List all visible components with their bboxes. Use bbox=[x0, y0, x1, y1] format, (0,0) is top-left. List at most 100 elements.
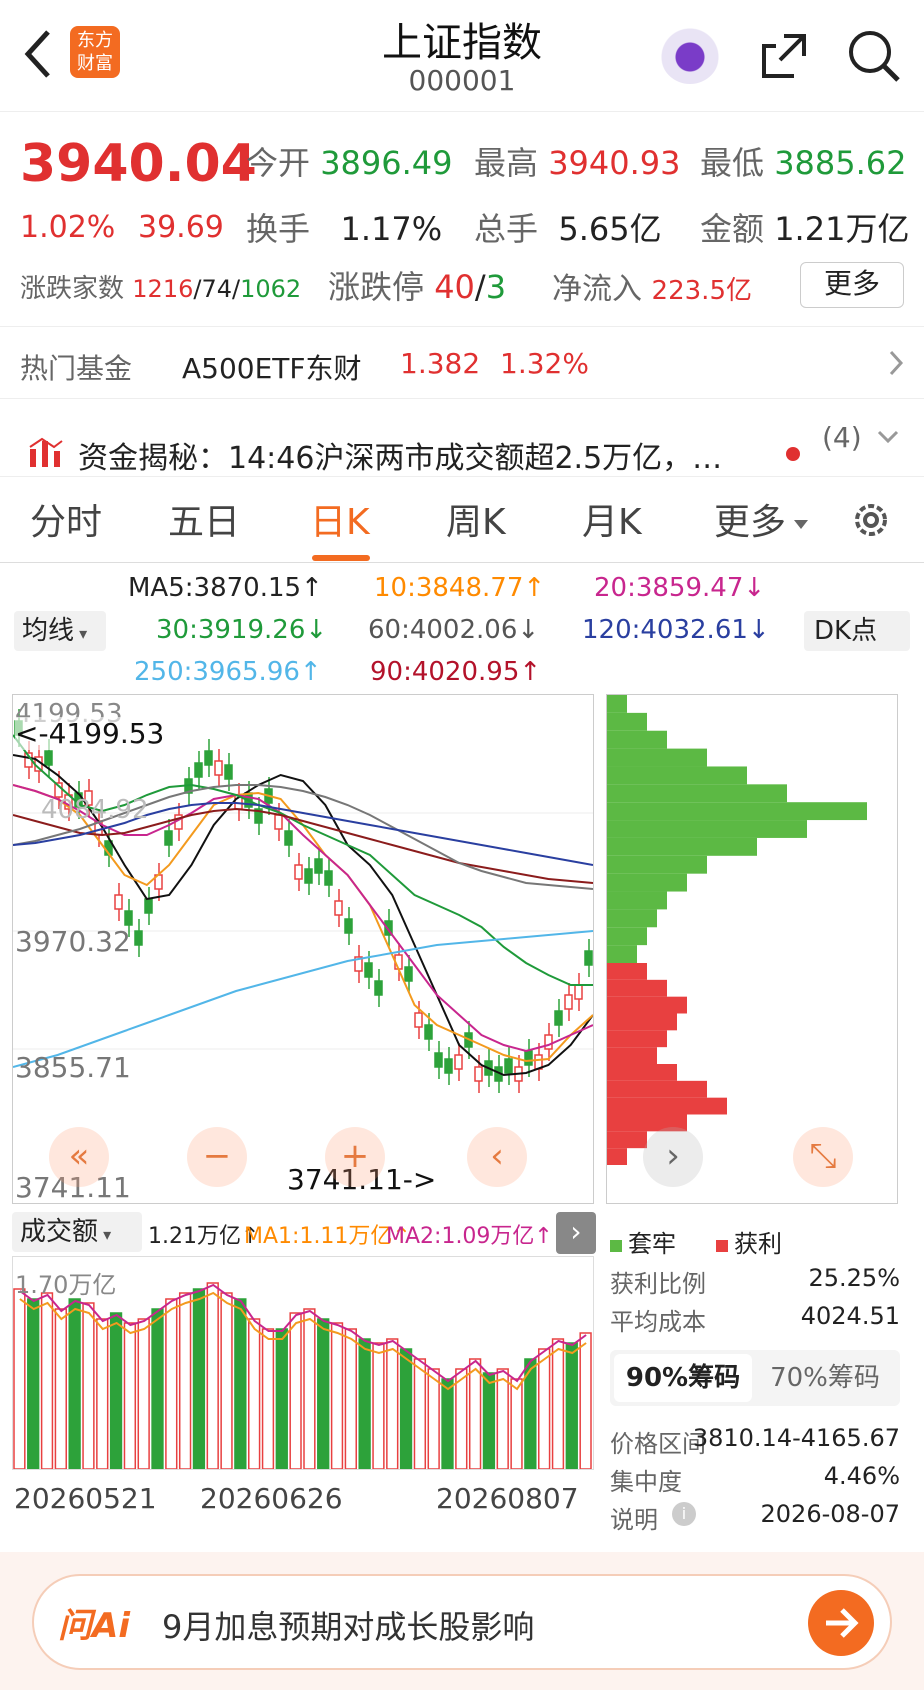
volume-bar bbox=[82, 1302, 95, 1469]
candle-body bbox=[374, 980, 383, 996]
step-left-icon[interactable]: ‹ bbox=[467, 1127, 527, 1187]
profit-ratio-value: 25.25% bbox=[808, 1264, 900, 1292]
netflow-value: 223.5亿 bbox=[651, 276, 752, 306]
date-axis: 20260521 20260626 20260807 bbox=[12, 1482, 594, 1522]
date-label-3: 20260807 bbox=[436, 1482, 579, 1515]
candlestick-chart[interactable]: 4199.53 <-4199.53 4084.92 3970.32 3855.7… bbox=[12, 694, 594, 1204]
candle-body bbox=[424, 1024, 433, 1040]
open-label: 今开 bbox=[246, 144, 311, 182]
volume-bar bbox=[399, 1348, 413, 1469]
candle-body bbox=[444, 1058, 453, 1074]
volume-bar bbox=[579, 1332, 592, 1469]
volume-bar bbox=[468, 1358, 482, 1469]
chip-bar-profit bbox=[607, 1080, 707, 1098]
tab-monthly-k[interactable]: 月K bbox=[582, 493, 642, 545]
volume-chart[interactable]: 1.70万亿 bbox=[12, 1256, 594, 1470]
hot-fund-row[interactable]: 热门基金 A500ETF东财 1.382 1.32% bbox=[0, 327, 924, 399]
share-icon[interactable] bbox=[758, 30, 810, 86]
volume-selector[interactable]: 成交额 ▾ bbox=[12, 1212, 142, 1252]
zoom-in-icon[interactable]: + bbox=[325, 1127, 385, 1187]
concentration-value: 4.46% bbox=[823, 1462, 900, 1490]
volume-bar bbox=[220, 1292, 233, 1469]
volume-bar bbox=[413, 1358, 427, 1469]
breadth-flat: 74 bbox=[201, 275, 232, 303]
tab-five-day[interactable]: 五日 bbox=[168, 493, 240, 545]
candle-body bbox=[414, 1012, 423, 1028]
volume-bar bbox=[510, 1378, 523, 1469]
volume-bar bbox=[441, 1378, 454, 1469]
ai-input[interactable]: 问Ai 9月加息预期对成长股影响 bbox=[32, 1574, 892, 1670]
ma30-value: 30:3919.26↓ bbox=[156, 615, 328, 645]
sep: / bbox=[474, 268, 486, 306]
candle-body bbox=[284, 830, 293, 846]
candle-body bbox=[584, 950, 593, 966]
step-right-icon[interactable]: › bbox=[643, 1127, 703, 1187]
price-range-label: 价格区间 bbox=[610, 1430, 706, 1458]
volume-bar bbox=[303, 1308, 316, 1469]
limit-up: 40 bbox=[434, 268, 475, 306]
info-icon[interactable]: i bbox=[672, 1502, 696, 1526]
volume-bar bbox=[54, 1308, 67, 1469]
chip-bar-trapped bbox=[607, 730, 667, 749]
expand-right-icon[interactable]: › bbox=[556, 1212, 596, 1254]
expand-icon[interactable]: ⤡ bbox=[793, 1127, 853, 1187]
tab-weekly-k[interactable]: 周K bbox=[446, 493, 506, 545]
limit-down: 3 bbox=[485, 268, 507, 306]
zoom-out-icon[interactable]: − bbox=[187, 1127, 247, 1187]
avg-cost-value: 4024.51 bbox=[800, 1302, 900, 1330]
top-bar: 东方 财富 上证指数 000001 bbox=[0, 0, 924, 112]
change-pct: 1.02% bbox=[20, 210, 116, 245]
news-count: (4) bbox=[822, 421, 862, 454]
turnover-stat: 换手 1.17% bbox=[246, 204, 442, 250]
chip-stats: 套牢 获利 获利比例 25.25% 平均成本 4024.51 90%筹码 70%… bbox=[606, 1216, 904, 1534]
more-button[interactable]: 更多 bbox=[800, 262, 904, 308]
dk-point-button[interactable]: DK点 bbox=[804, 611, 910, 651]
robot-avatar-icon[interactable] bbox=[660, 24, 720, 84]
candle-body bbox=[474, 1066, 483, 1082]
chip-bar-trapped bbox=[607, 891, 667, 910]
fund-price: 1.382 bbox=[400, 347, 481, 380]
volume-bar bbox=[27, 1298, 40, 1469]
volume-axis-label: 1.70万亿 bbox=[15, 1271, 117, 1299]
chip-distribution-chart[interactable]: › ⤡ bbox=[606, 694, 898, 1204]
tab-chip-90[interactable]: 90%筹码 bbox=[614, 1354, 752, 1402]
tab-intraday[interactable]: 分时 bbox=[30, 493, 102, 545]
date-label-2: 20260626 bbox=[200, 1482, 343, 1515]
volume-bar bbox=[496, 1368, 509, 1469]
ma10-value: 10:3848.77↑ bbox=[374, 573, 546, 603]
search-icon[interactable] bbox=[846, 28, 902, 88]
fund-pct: 1.32% bbox=[500, 347, 589, 380]
candle-body bbox=[434, 1052, 443, 1068]
volume-value: 1.21万亿↑ bbox=[148, 1224, 260, 1249]
turnover-value: 1.17% bbox=[340, 210, 443, 248]
tab-daily-k[interactable]: 日K bbox=[310, 493, 370, 545]
chevron-down-icon[interactable] bbox=[876, 429, 900, 449]
candle-body bbox=[334, 900, 343, 916]
news-ticker[interactable]: 资金揭秘：14:46沪深两市成交额超2.5万亿，… (4) bbox=[0, 399, 924, 477]
volume-label: 总手 bbox=[474, 210, 539, 248]
send-arrow-icon[interactable] bbox=[808, 1590, 874, 1656]
ma-selector[interactable]: 均线 ▾ bbox=[14, 611, 106, 651]
change-value: 39.69 bbox=[138, 210, 224, 245]
unread-dot-icon bbox=[786, 447, 800, 461]
scroll-left-icon[interactable]: « bbox=[49, 1127, 109, 1187]
high-marker: <-4199.53 bbox=[15, 717, 165, 750]
volume-bar bbox=[96, 1318, 109, 1469]
ai-prompt-text: 9月加息预期对成长股影响 bbox=[162, 1608, 535, 1646]
gear-icon[interactable] bbox=[848, 497, 894, 547]
volume-bar bbox=[317, 1318, 330, 1469]
tab-more[interactable]: 更多 bbox=[714, 493, 786, 545]
breadth-up: 1216 bbox=[132, 275, 194, 303]
last-price: 3940.04 bbox=[20, 134, 257, 194]
chip-bar-trapped bbox=[607, 712, 647, 731]
candle-body bbox=[554, 1010, 563, 1026]
chip-bar-trapped bbox=[607, 945, 637, 963]
amount-label: 金额 bbox=[700, 210, 765, 248]
low-value: 3885.62 bbox=[774, 144, 907, 182]
chip-distribution-svg bbox=[607, 695, 867, 1165]
chip-bar-profit bbox=[607, 1030, 667, 1048]
tab-chip-70[interactable]: 70%筹码 bbox=[756, 1354, 894, 1402]
candle-body bbox=[294, 864, 303, 880]
volume-bar bbox=[275, 1328, 288, 1469]
chip-bar-profit bbox=[607, 1064, 677, 1081]
